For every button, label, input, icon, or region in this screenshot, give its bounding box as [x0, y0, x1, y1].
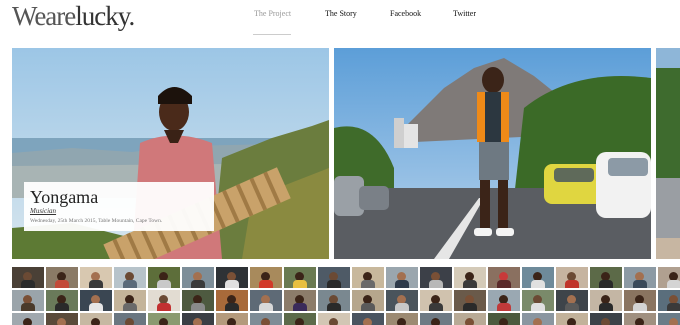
thumbnail[interactable] — [216, 290, 248, 311]
portrait-slide[interactable] — [334, 48, 651, 259]
thumbnail[interactable] — [250, 313, 282, 325]
thumbnail[interactable] — [216, 313, 248, 325]
portrait-name: Yongama — [30, 187, 99, 207]
nav-twitter[interactable]: Twitter — [453, 9, 476, 18]
portrait-photo-car-guard — [334, 48, 651, 259]
portrait-photo-partial — [656, 48, 680, 259]
thumbnail[interactable] — [148, 313, 180, 325]
nav-the-story[interactable]: The Story — [325, 9, 357, 18]
thumbnail[interactable] — [80, 290, 112, 311]
thumbnail[interactable] — [148, 290, 180, 311]
thumbnail[interactable] — [148, 267, 180, 288]
main-nav: The Project The Story Facebook Twitter — [0, 9, 680, 35]
thumbnail[interactable] — [352, 267, 384, 288]
thumbnail[interactable] — [250, 267, 282, 288]
thumbnail[interactable] — [522, 290, 554, 311]
thumbnail[interactable] — [12, 267, 44, 288]
thumbnail[interactable] — [590, 290, 622, 311]
thumbnail[interactable] — [454, 313, 486, 325]
featured-slide[interactable]: Yongama Musician Wednesday, 25th March 2… — [12, 48, 329, 259]
thumbnail[interactable] — [590, 267, 622, 288]
thumbnail[interactable] — [284, 313, 316, 325]
thumbnail[interactable] — [624, 290, 656, 311]
thumbnail[interactable] — [420, 267, 452, 288]
thumbnail[interactable] — [12, 313, 44, 325]
thumbnail[interactable] — [658, 267, 680, 288]
thumbnail[interactable] — [216, 267, 248, 288]
thumbnail[interactable] — [114, 267, 146, 288]
thumbnail[interactable] — [420, 313, 452, 325]
thumbnail[interactable] — [352, 313, 384, 325]
thumbnail[interactable] — [624, 313, 656, 325]
thumbnail[interactable] — [182, 290, 214, 311]
nav-active-underline — [253, 34, 291, 35]
thumbnail[interactable] — [556, 267, 588, 288]
thumbnail[interactable] — [420, 290, 452, 311]
thumbnail[interactable] — [488, 313, 520, 325]
thumbnail[interactable] — [658, 290, 680, 311]
thumbnail[interactable] — [556, 313, 588, 325]
portrait-caption: Yongama Musician Wednesday, 25th March 2… — [24, 182, 214, 231]
thumbnail[interactable] — [114, 290, 146, 311]
portrait-meta: Wednesday, 25th March 2015, Table Mounta… — [30, 218, 163, 224]
thumbnail[interactable] — [318, 313, 350, 325]
thumbnail[interactable] — [488, 267, 520, 288]
nav-the-project[interactable]: The Project — [254, 9, 291, 18]
thumbnail[interactable] — [454, 290, 486, 311]
thumbnail[interactable] — [386, 313, 418, 325]
thumbnail[interactable] — [454, 267, 486, 288]
thumbnail[interactable] — [284, 267, 316, 288]
thumbnail[interactable] — [624, 267, 656, 288]
thumbnail[interactable] — [80, 267, 112, 288]
nav-facebook[interactable]: Facebook — [390, 9, 421, 18]
thumbnail[interactable] — [250, 290, 282, 311]
portrait-role[interactable]: Musician — [30, 207, 208, 215]
thumbnail[interactable] — [12, 290, 44, 311]
thumbnail[interactable] — [46, 267, 78, 288]
thumbnail[interactable] — [488, 290, 520, 311]
thumbnail[interactable] — [386, 290, 418, 311]
thumbnail[interactable] — [556, 290, 588, 311]
portrait-thumbnail-grid — [12, 267, 680, 325]
thumbnail[interactable] — [46, 290, 78, 311]
thumbnail[interactable] — [522, 313, 554, 325]
thumbnail[interactable] — [522, 267, 554, 288]
thumbnail[interactable] — [352, 290, 384, 311]
thumbnail[interactable] — [284, 290, 316, 311]
thumbnail[interactable] — [590, 313, 622, 325]
thumbnail[interactable] — [182, 267, 214, 288]
thumbnail[interactable] — [318, 267, 350, 288]
next-slide-partial[interactable] — [656, 48, 680, 259]
thumbnail[interactable] — [318, 290, 350, 311]
thumbnail[interactable] — [46, 313, 78, 325]
thumbnail[interactable] — [114, 313, 146, 325]
thumbnail[interactable] — [386, 267, 418, 288]
thumbnail[interactable] — [658, 313, 680, 325]
thumbnail[interactable] — [80, 313, 112, 325]
thumbnail[interactable] — [182, 313, 214, 325]
